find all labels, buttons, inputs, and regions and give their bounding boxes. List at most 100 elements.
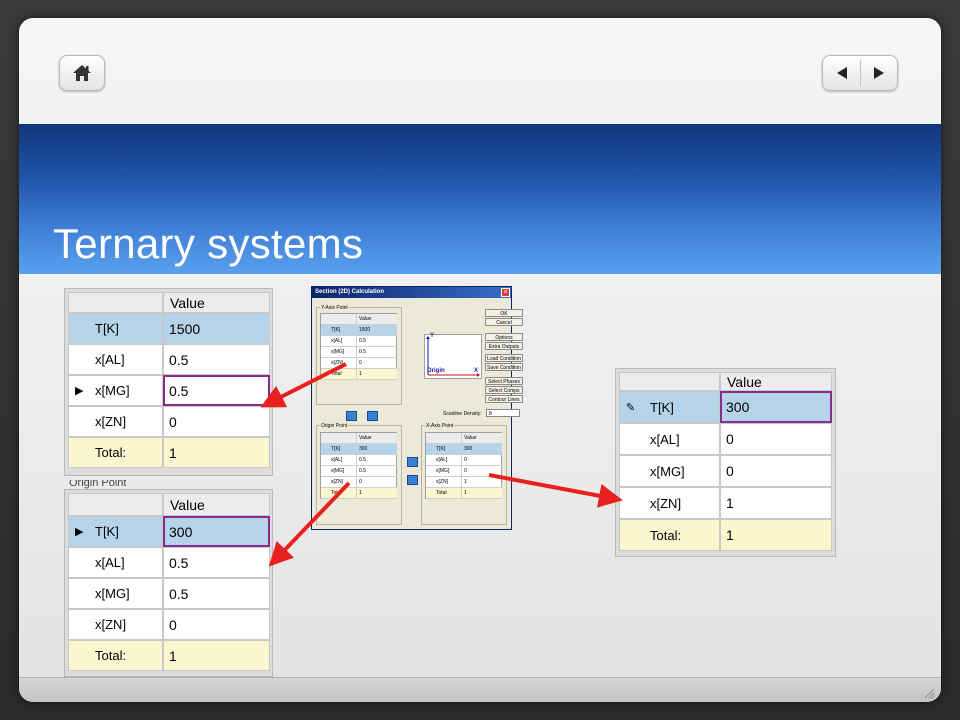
row-value-cell[interactable]: 0 [720, 423, 832, 455]
table-row[interactable]: T[K] 1500 [68, 313, 270, 344]
mini-table-row[interactable]: x[ZN] 0 [321, 358, 397, 369]
row-value: 0.5 [169, 351, 189, 368]
row-value-cell[interactable]: 0 [163, 406, 270, 437]
mini-table-row[interactable]: x[AL] 0.5 [321, 336, 397, 347]
mini-table-row[interactable]: x[AL] 0.5 [321, 455, 397, 466]
mini-row-value[interactable]: 0.5 [357, 455, 397, 466]
row-value-cell[interactable]: 0.5 [163, 375, 270, 406]
table-row[interactable]: Total: 1 [68, 437, 270, 468]
row-label-cell: x[AL] [68, 547, 163, 578]
mini-row-value[interactable]: 1 [357, 369, 397, 380]
mini-value-header: Value [357, 314, 397, 325]
mini-table-row[interactable]: x[ZN] 1 [426, 477, 502, 488]
ok-button[interactable]: OK [485, 309, 523, 317]
home-button[interactable] [59, 55, 105, 91]
mini-value-header: Value [357, 433, 397, 444]
options-button[interactable]: Options [485, 333, 523, 341]
row-value-cell[interactable]: 300 [163, 516, 270, 547]
table-row[interactable]: Total: 1 [619, 519, 832, 551]
resize-grip-icon[interactable] [923, 687, 935, 699]
mini-row-value[interactable]: 0 [357, 358, 397, 369]
mini-row-value[interactable]: 300 [357, 444, 397, 455]
mini-table-row[interactable]: T[K] 300 [426, 444, 502, 455]
row-value-cell[interactable]: 1 [720, 519, 832, 551]
copy-right-arrow-icon[interactable] [407, 457, 418, 467]
table-row[interactable]: ▶ x[MG] 0.5 [68, 375, 270, 406]
table-row[interactable]: x[AL] 0 [619, 423, 832, 455]
mini-row-value[interactable]: 0 [462, 466, 502, 477]
mini-row-value[interactable]: 1 [357, 488, 397, 499]
mini-row-value[interactable]: 0 [462, 455, 502, 466]
table-row[interactable]: x[ZN] 0 [68, 609, 270, 640]
row-value-cell[interactable]: 0 [163, 609, 270, 640]
x-axis-point-table: Value ✎ T[K] 300 x[AL] 0 x[MG] 0 x[ZN] 1 Total: 1 [615, 368, 836, 557]
row-label-cell: Total: [619, 519, 720, 551]
row-value-cell[interactable]: 1 [720, 487, 832, 519]
mini-row-value[interactable]: 0.5 [357, 466, 397, 477]
row-value-cell[interactable]: 300 [720, 391, 832, 423]
mini-table-row[interactable]: T[K] 1500 [321, 325, 397, 336]
next-slide-button[interactable] [861, 56, 897, 90]
move-down-arrow-icon[interactable] [346, 411, 357, 421]
mini-table-row[interactable]: T[K] 300 [321, 444, 397, 455]
row-value: 1500 [169, 320, 201, 337]
mini-table-row[interactable]: Total 1 [321, 488, 397, 499]
row-value: 0 [726, 431, 734, 447]
load-condition-button[interactable]: Load Condition [485, 354, 523, 362]
mini-row-value[interactable]: 300 [462, 444, 502, 455]
header-blank-cell [619, 372, 720, 391]
origin-point-table: Value ▶ T[K] 300 x[AL] 0.5 x[MG] 0.5 x[ZN] 0 Total… [64, 489, 273, 677]
previous-slide-button[interactable] [824, 56, 860, 90]
mini-table-row[interactable]: x[MG] 0.5 [321, 466, 397, 477]
table-row[interactable]: x[MG] 0.5 [68, 578, 270, 609]
mini-table-row[interactable]: x[MG] 0.5 [321, 347, 397, 358]
row-value-cell[interactable]: 0.5 [163, 578, 270, 609]
mini-row-value[interactable]: 1 [462, 488, 502, 499]
scanline-density-input[interactable]: 8 [486, 409, 520, 417]
mini-table-row[interactable]: x[MG] 0 [426, 466, 502, 477]
select-comps-button[interactable]: Select Comps [485, 386, 523, 394]
row-value-cell[interactable]: 0.5 [163, 344, 270, 375]
move-up-arrow-icon[interactable] [367, 411, 378, 421]
row-value: 1 [726, 495, 734, 511]
mini-table-row[interactable]: Total 1 [321, 369, 397, 380]
table-row[interactable]: ✎ T[K] 300 [619, 391, 832, 423]
select-phases-button[interactable]: Select Phases [485, 377, 523, 385]
table-row[interactable]: x[AL] 0.5 [68, 344, 270, 375]
extra-outputs-button[interactable]: Extra Outputs [485, 342, 523, 350]
row-label-cell: x[AL] [68, 344, 163, 375]
table-row[interactable]: Total: 1 [68, 640, 270, 671]
mini-row-value[interactable]: 1 [462, 477, 502, 488]
mini-table-row[interactable]: x[AL] 0 [426, 455, 502, 466]
mini-table-row[interactable]: Total 1 [426, 488, 502, 499]
row-value: 1 [169, 444, 177, 461]
table-row[interactable]: x[ZN] 1 [619, 487, 832, 519]
mini-header-row: Value [426, 433, 502, 444]
plot-y-label: Y [430, 333, 435, 339]
mini-row-value[interactable]: 1500 [357, 325, 397, 336]
row-label-cell: x[AL] [619, 423, 720, 455]
cancel-button[interactable]: Cancel [485, 318, 523, 326]
save-condition-button[interactable]: Save Condition [485, 363, 523, 371]
row-value-cell[interactable]: 1 [163, 640, 270, 671]
row-label-cell: x[MG] [619, 455, 720, 487]
close-icon[interactable]: × [501, 288, 510, 297]
mini-row-value[interactable]: 0.5 [357, 347, 397, 358]
table-row[interactable]: x[ZN] 0 [68, 406, 270, 437]
row-value-cell[interactable]: 1 [163, 437, 270, 468]
copy-left-arrow-icon[interactable] [407, 475, 418, 485]
row-value-cell[interactable]: 1500 [163, 313, 270, 344]
table-row[interactable]: x[MG] 0 [619, 455, 832, 487]
triangle-left-icon [836, 67, 847, 79]
section-calculation-dialog: Section (2D) Calculation × Y-Axis Point … [311, 286, 523, 530]
contour-lines-button[interactable]: Contour Lines [485, 395, 523, 403]
mini-table-row[interactable]: x[ZN] 0 [321, 477, 397, 488]
row-value-cell[interactable]: 0.5 [163, 547, 270, 578]
mini-row-value[interactable]: 0.5 [357, 336, 397, 347]
mini-row-value[interactable]: 0 [357, 477, 397, 488]
table-row[interactable]: x[AL] 0.5 [68, 547, 270, 578]
table-header-row: Value [68, 493, 270, 516]
row-label: x[ZN] [95, 414, 127, 429]
row-value-cell[interactable]: 0 [720, 455, 832, 487]
table-row[interactable]: ▶ T[K] 300 [68, 516, 270, 547]
